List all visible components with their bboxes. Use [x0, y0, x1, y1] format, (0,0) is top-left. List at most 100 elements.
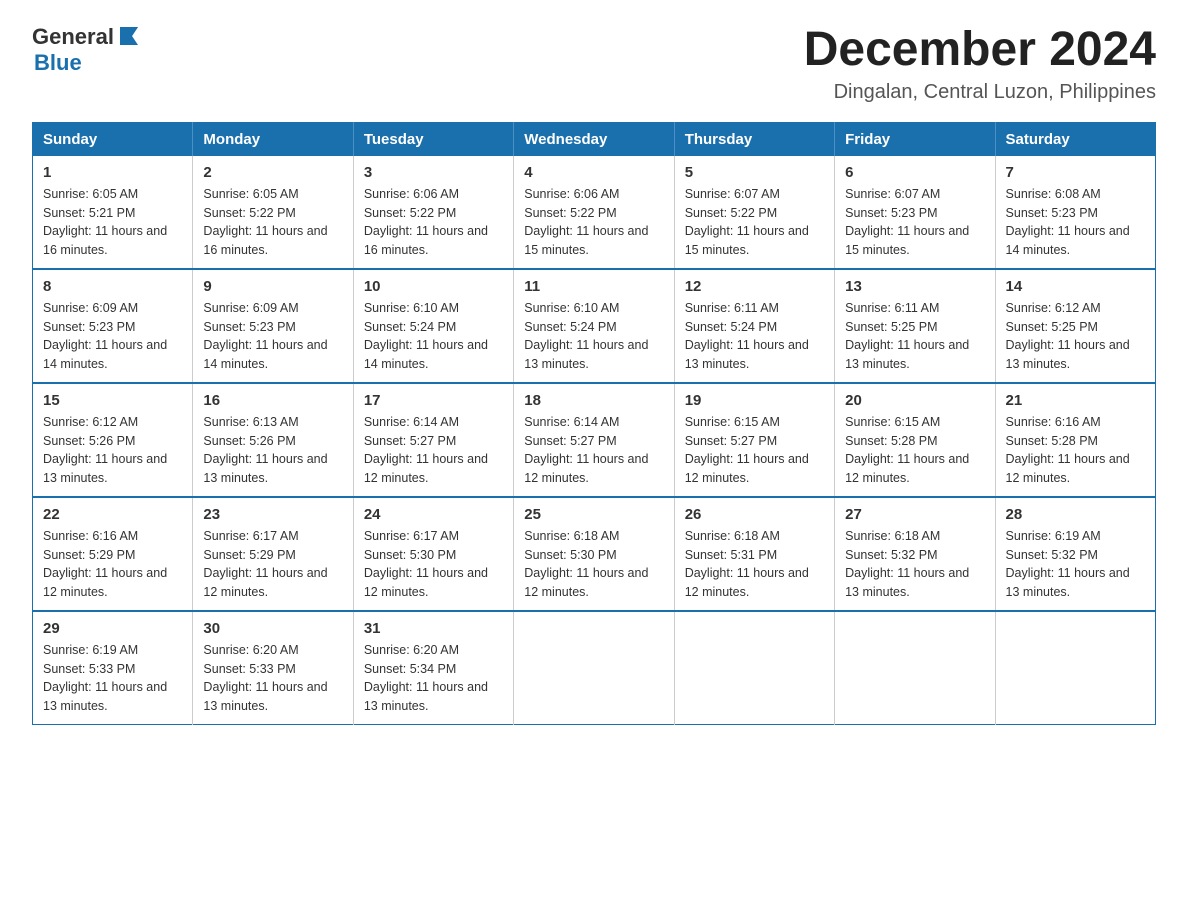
calendar-cell: 16 Sunrise: 6:13 AMSunset: 5:26 PMDayligh…: [193, 383, 353, 497]
day-number: 23: [203, 506, 342, 523]
weekday-header-friday: Friday: [835, 122, 995, 156]
day-info: Sunrise: 6:17 AMSunset: 5:29 PMDaylight:…: [203, 527, 342, 602]
day-info: Sunrise: 6:09 AMSunset: 5:23 PMDaylight:…: [203, 299, 342, 374]
calendar-cell: 11 Sunrise: 6:10 AMSunset: 5:24 PMDayligh…: [514, 269, 674, 383]
weekday-header-row: SundayMondayTuesdayWednesdayThursdayFrid…: [33, 122, 1156, 156]
calendar-week-row: 22 Sunrise: 6:16 AMSunset: 5:29 PMDayligh…: [33, 497, 1156, 611]
day-info: Sunrise: 6:10 AMSunset: 5:24 PMDaylight:…: [364, 299, 503, 374]
day-info: Sunrise: 6:17 AMSunset: 5:30 PMDaylight:…: [364, 527, 503, 602]
day-number: 7: [1006, 164, 1145, 181]
day-number: 25: [524, 506, 663, 523]
day-number: 18: [524, 392, 663, 409]
calendar-cell: 31 Sunrise: 6:20 AMSunset: 5:34 PMDayligh…: [353, 611, 513, 725]
day-number: 22: [43, 506, 182, 523]
calendar-table: SundayMondayTuesdayWednesdayThursdayFrid…: [32, 122, 1156, 725]
day-number: 4: [524, 164, 663, 181]
calendar-cell: 21 Sunrise: 6:16 AMSunset: 5:28 PMDayligh…: [995, 383, 1155, 497]
weekday-header-thursday: Thursday: [674, 122, 834, 156]
day-info: Sunrise: 6:13 AMSunset: 5:26 PMDaylight:…: [203, 413, 342, 488]
day-number: 11: [524, 278, 663, 295]
calendar-cell: 1Sunrise: 6:05 AMSunset: 5:21 PMDaylight…: [33, 156, 193, 269]
title-area: December 2024 Dingalan, Central Luzon, P…: [804, 24, 1156, 104]
day-number: 24: [364, 506, 503, 523]
day-number: 3: [364, 164, 503, 181]
day-info: Sunrise: 6:20 AMSunset: 5:33 PMDaylight:…: [203, 641, 342, 716]
calendar-cell: 14 Sunrise: 6:12 AMSunset: 5:25 PMDayligh…: [995, 269, 1155, 383]
day-info: Sunrise: 6:14 AMSunset: 5:27 PMDaylight:…: [364, 413, 503, 488]
calendar-cell: 25 Sunrise: 6:18 AMSunset: 5:30 PMDayligh…: [514, 497, 674, 611]
day-number: 15: [43, 392, 182, 409]
weekday-header-wednesday: Wednesday: [514, 122, 674, 156]
calendar-cell: 24 Sunrise: 6:17 AMSunset: 5:30 PMDayligh…: [353, 497, 513, 611]
calendar-cell: 23 Sunrise: 6:17 AMSunset: 5:29 PMDayligh…: [193, 497, 353, 611]
calendar-cell: 3 Sunrise: 6:06 AMSunset: 5:22 PMDaylight…: [353, 156, 513, 269]
month-title: December 2024: [804, 24, 1156, 77]
day-number: 30: [203, 620, 342, 637]
calendar-cell: 8 Sunrise: 6:09 AMSunset: 5:23 PMDaylight…: [33, 269, 193, 383]
day-info: Sunrise: 6:09 AMSunset: 5:23 PMDaylight:…: [43, 299, 182, 374]
calendar-cell: 7Sunrise: 6:08 AMSunset: 5:23 PMDaylight…: [995, 156, 1155, 269]
day-number: 6: [845, 164, 984, 181]
day-number: 29: [43, 620, 182, 637]
calendar-week-row: 15 Sunrise: 6:12 AMSunset: 5:26 PMDayligh…: [33, 383, 1156, 497]
day-number: 21: [1006, 392, 1145, 409]
calendar-cell: 22 Sunrise: 6:16 AMSunset: 5:29 PMDayligh…: [33, 497, 193, 611]
day-number: 16: [203, 392, 342, 409]
day-info: Sunrise: 6:15 AMSunset: 5:27 PMDaylight:…: [685, 413, 824, 488]
weekday-header-monday: Monday: [193, 122, 353, 156]
calendar-cell: 6 Sunrise: 6:07 AMSunset: 5:23 PMDaylight…: [835, 156, 995, 269]
day-number: 10: [364, 278, 503, 295]
calendar-cell: 4 Sunrise: 6:06 AMSunset: 5:22 PMDaylight…: [514, 156, 674, 269]
day-number: 12: [685, 278, 824, 295]
day-number: 9: [203, 278, 342, 295]
calendar-cell: 17 Sunrise: 6:14 AMSunset: 5:27 PMDayligh…: [353, 383, 513, 497]
calendar-week-row: 8 Sunrise: 6:09 AMSunset: 5:23 PMDaylight…: [33, 269, 1156, 383]
day-info: Sunrise: 6:11 AMSunset: 5:25 PMDaylight:…: [845, 299, 984, 374]
day-info: Sunrise: 6:18 AMSunset: 5:30 PMDaylight:…: [524, 527, 663, 602]
day-info: Sunrise: 6:12 AMSunset: 5:26 PMDaylight:…: [43, 413, 182, 488]
day-info: Sunrise: 6:06 AMSunset: 5:22 PMDaylight:…: [524, 185, 663, 260]
day-info: Sunrise: 6:20 AMSunset: 5:34 PMDaylight:…: [364, 641, 503, 716]
day-number: 20: [845, 392, 984, 409]
day-number: 17: [364, 392, 503, 409]
day-info: Sunrise: 6:18 AMSunset: 5:32 PMDaylight:…: [845, 527, 984, 602]
day-info: Sunrise: 6:07 AMSunset: 5:23 PMDaylight:…: [845, 185, 984, 260]
calendar-cell: 2Sunrise: 6:05 AMSunset: 5:22 PMDaylight…: [193, 156, 353, 269]
day-number: 1: [43, 164, 182, 181]
day-info: Sunrise: 6:07 AMSunset: 5:22 PMDaylight:…: [685, 185, 824, 260]
calendar-cell: 29 Sunrise: 6:19 AMSunset: 5:33 PMDayligh…: [33, 611, 193, 725]
logo-flag-icon: [116, 23, 142, 49]
day-number: 27: [845, 506, 984, 523]
day-number: 26: [685, 506, 824, 523]
day-info: Sunrise: 6:15 AMSunset: 5:28 PMDaylight:…: [845, 413, 984, 488]
day-number: 19: [685, 392, 824, 409]
logo-blue-text: Blue: [34, 50, 82, 76]
day-info: Sunrise: 6:12 AMSunset: 5:25 PMDaylight:…: [1006, 299, 1145, 374]
calendar-cell: 15 Sunrise: 6:12 AMSunset: 5:26 PMDayligh…: [33, 383, 193, 497]
calendar-cell: 10 Sunrise: 6:10 AMSunset: 5:24 PMDayligh…: [353, 269, 513, 383]
calendar-week-row: 29 Sunrise: 6:19 AMSunset: 5:33 PMDayligh…: [33, 611, 1156, 725]
calendar-cell: 30 Sunrise: 6:20 AMSunset: 5:33 PMDayligh…: [193, 611, 353, 725]
day-number: 5: [685, 164, 824, 181]
day-info: Sunrise: 6:05 AMSunset: 5:22 PMDaylight:…: [203, 185, 342, 260]
day-info: Sunrise: 6:19 AMSunset: 5:32 PMDaylight:…: [1006, 527, 1145, 602]
day-info: Sunrise: 6:19 AMSunset: 5:33 PMDaylight:…: [43, 641, 182, 716]
day-info: Sunrise: 6:16 AMSunset: 5:28 PMDaylight:…: [1006, 413, 1145, 488]
day-number: 28: [1006, 506, 1145, 523]
day-number: 31: [364, 620, 503, 637]
day-number: 14: [1006, 278, 1145, 295]
calendar-cell: 13 Sunrise: 6:11 AMSunset: 5:25 PMDayligh…: [835, 269, 995, 383]
day-number: 13: [845, 278, 984, 295]
calendar-cell: 27 Sunrise: 6:18 AMSunset: 5:32 PMDayligh…: [835, 497, 995, 611]
day-info: Sunrise: 6:10 AMSunset: 5:24 PMDaylight:…: [524, 299, 663, 374]
day-info: Sunrise: 6:14 AMSunset: 5:27 PMDaylight:…: [524, 413, 663, 488]
calendar-cell: [835, 611, 995, 725]
calendar-cell: [674, 611, 834, 725]
weekday-header-tuesday: Tuesday: [353, 122, 513, 156]
day-info: Sunrise: 6:16 AMSunset: 5:29 PMDaylight:…: [43, 527, 182, 602]
calendar-cell: 20 Sunrise: 6:15 AMSunset: 5:28 PMDayligh…: [835, 383, 995, 497]
calendar-week-row: 1Sunrise: 6:05 AMSunset: 5:21 PMDaylight…: [33, 156, 1156, 269]
day-number: 8: [43, 278, 182, 295]
day-info: Sunrise: 6:06 AMSunset: 5:22 PMDaylight:…: [364, 185, 503, 260]
calendar-cell: 18 Sunrise: 6:14 AMSunset: 5:27 PMDayligh…: [514, 383, 674, 497]
